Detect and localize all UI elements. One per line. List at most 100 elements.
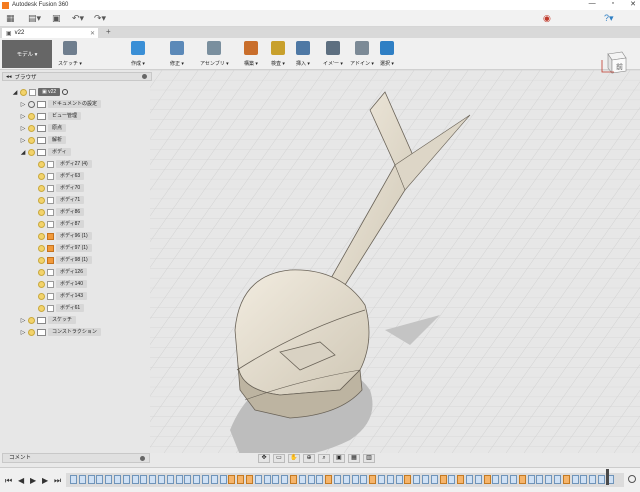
timeline-feature-icon[interactable] <box>580 475 588 484</box>
timeline-feature-icon[interactable] <box>228 475 236 484</box>
visibility-bulb-icon[interactable] <box>38 208 45 216</box>
timeline-feature-icon[interactable] <box>386 475 394 484</box>
timeline-feature-icon[interactable] <box>114 475 121 484</box>
browser-item[interactable]: ボディ126 <box>30 267 87 277</box>
expand-arrow-icon[interactable]: ▷ <box>20 317 26 324</box>
timeline-feature-icon[interactable] <box>554 475 561 484</box>
browser-item[interactable]: ▷ ビュー管理 <box>20 111 82 121</box>
timeline-end-icon[interactable]: ⏭ <box>54 476 61 486</box>
job-status-icon[interactable]: ◉ <box>543 13 551 24</box>
timeline-feature-icon[interactable] <box>501 475 509 484</box>
timeline-feature-icon[interactable] <box>527 475 535 484</box>
timeline-feature-icon[interactable] <box>131 475 139 484</box>
undo-icon[interactable]: ↶▾ <box>72 13 84 24</box>
timeline-feature-icon[interactable] <box>202 475 209 484</box>
timeline-feature-icon[interactable] <box>334 475 341 484</box>
timeline-feature-icon[interactable] <box>158 475 165 484</box>
visibility-bulb-icon[interactable] <box>38 280 45 288</box>
expand-arrow-icon[interactable]: ▷ <box>20 101 26 108</box>
timeline-feature-icon[interactable] <box>70 475 77 484</box>
workspace-switcher[interactable]: モデル ▾ <box>2 40 52 68</box>
timeline-feature-icon[interactable] <box>87 475 95 484</box>
timeline-feature-icon[interactable] <box>448 475 456 484</box>
timeline-feature-icon[interactable] <box>571 475 579 484</box>
expand-arrow-icon[interactable]: ▷ <box>20 125 26 132</box>
timeline-feature-icon[interactable] <box>562 475 570 484</box>
save-icon[interactable]: ▣ <box>52 13 61 24</box>
visibility-bulb-icon[interactable] <box>28 148 35 156</box>
visibility-bulb-icon[interactable] <box>38 160 45 168</box>
timeline-feature-icon[interactable] <box>413 475 421 484</box>
visibility-bulb-icon[interactable] <box>28 316 35 324</box>
timeline-feature-icon[interactable] <box>536 475 544 484</box>
timeline-feature-icon[interactable] <box>325 475 333 484</box>
browser-item[interactable]: ボディ86 <box>30 207 85 217</box>
browser-item[interactable]: ボディ87 <box>30 219 85 229</box>
timeline-feature-icon[interactable] <box>281 475 289 484</box>
toolbar-tool-2[interactable]: 修正 ▾ <box>170 41 184 67</box>
timeline-feature-icon[interactable] <box>360 475 368 484</box>
visibility-bulb-icon[interactable] <box>38 220 45 228</box>
toolbar-tool-3[interactable]: アセンブリ ▾ <box>200 41 229 67</box>
timeline-feature-icon[interactable] <box>272 475 280 484</box>
timeline-feature-icon[interactable] <box>598 475 605 484</box>
display-settings-icon[interactable]: ▣ <box>333 454 345 463</box>
browser-item[interactable]: ボディ140 <box>30 279 87 289</box>
toolbar-tool-8[interactable]: アドイン ▾ <box>350 41 374 67</box>
activate-radio-icon[interactable] <box>62 89 69 95</box>
toolbar-tool-7[interactable]: イメ'ー ▾ <box>323 41 343 67</box>
close-icon[interactable]: ✕ <box>630 0 636 8</box>
comment-panel[interactable]: コメント <box>2 453 150 463</box>
timeline-feature-icon[interactable] <box>395 475 403 484</box>
timeline-feature-icon[interactable] <box>246 475 253 484</box>
timeline-feature-icon[interactable] <box>342 475 350 484</box>
tab-document[interactable]: ▣ v22 ✕ + <box>2 27 111 38</box>
timeline-feature-icon[interactable] <box>404 475 412 484</box>
viewports-icon[interactable]: ▥ <box>363 454 375 463</box>
browser-item[interactable]: ▷ スケッチ <box>20 315 77 325</box>
browser-item[interactable]: ボディ98 (1) <box>30 255 92 265</box>
browser-item[interactable]: ▷ 原点 <box>20 123 67 133</box>
visibility-bulb-icon[interactable] <box>38 244 45 252</box>
browser-item[interactable]: ボディ70 <box>30 183 85 193</box>
timeline-feature-icon[interactable] <box>96 475 104 484</box>
pan-icon[interactable]: ✋ <box>288 454 300 463</box>
grid-settings-icon[interactable]: ▦ <box>348 454 360 463</box>
timeline-feature-icon[interactable] <box>351 475 359 484</box>
timeline-play-icon[interactable]: ▶ <box>30 476 36 485</box>
minimize-icon[interactable]: — <box>589 0 596 8</box>
timeline-feature-icon[interactable] <box>237 475 245 484</box>
zoom-icon[interactable]: ⊕ <box>303 454 315 463</box>
tab-close-icon[interactable]: ✕ <box>90 30 95 37</box>
gear-icon[interactable] <box>28 100 35 108</box>
maximize-icon[interactable]: ▫ <box>612 0 614 8</box>
timeline-feature-icon[interactable] <box>210 475 218 484</box>
visibility-bulb-icon[interactable] <box>20 88 27 96</box>
visibility-bulb-icon[interactable] <box>38 232 45 240</box>
visibility-bulb-icon[interactable] <box>38 292 45 300</box>
timeline-feature-icon[interactable] <box>140 475 148 484</box>
redo-icon[interactable]: ↷▾ <box>94 13 106 24</box>
timeline-feature-icon[interactable] <box>263 475 271 484</box>
browser-item[interactable]: ボディ71 <box>30 195 85 205</box>
zoom-window-icon[interactable]: ⌕ <box>318 454 330 463</box>
timeline-feature-icon[interactable] <box>149 475 157 484</box>
timeline-prev-icon[interactable]: ◀ <box>18 476 24 485</box>
timeline-feature-icon[interactable] <box>492 475 500 484</box>
browser-item[interactable]: ◢ ボディ <box>20 147 71 157</box>
timeline-feature-icon[interactable] <box>184 475 192 484</box>
timeline-feature-icon[interactable] <box>78 475 86 484</box>
timeline-feature-icon[interactable] <box>175 475 183 484</box>
toolbar-tool-1[interactable]: 作成 ▾ <box>131 41 145 67</box>
timeline-next-icon[interactable]: ▶ <box>42 476 48 485</box>
orbit-icon[interactable]: ✥ <box>258 454 270 463</box>
toolbar-tool-5[interactable]: 検査 ▾ <box>271 41 285 67</box>
visibility-bulb-icon[interactable] <box>28 328 35 336</box>
timeline-settings-icon[interactable] <box>628 475 636 483</box>
timeline-feature-icon[interactable] <box>166 475 174 484</box>
timeline-feature-icon[interactable] <box>290 475 297 484</box>
timeline-feature-icon[interactable] <box>307 475 315 484</box>
panel-toggle-icon[interactable] <box>140 456 145 461</box>
visibility-bulb-icon[interactable] <box>28 112 35 120</box>
expand-arrow-icon[interactable]: ◢ <box>12 89 18 96</box>
